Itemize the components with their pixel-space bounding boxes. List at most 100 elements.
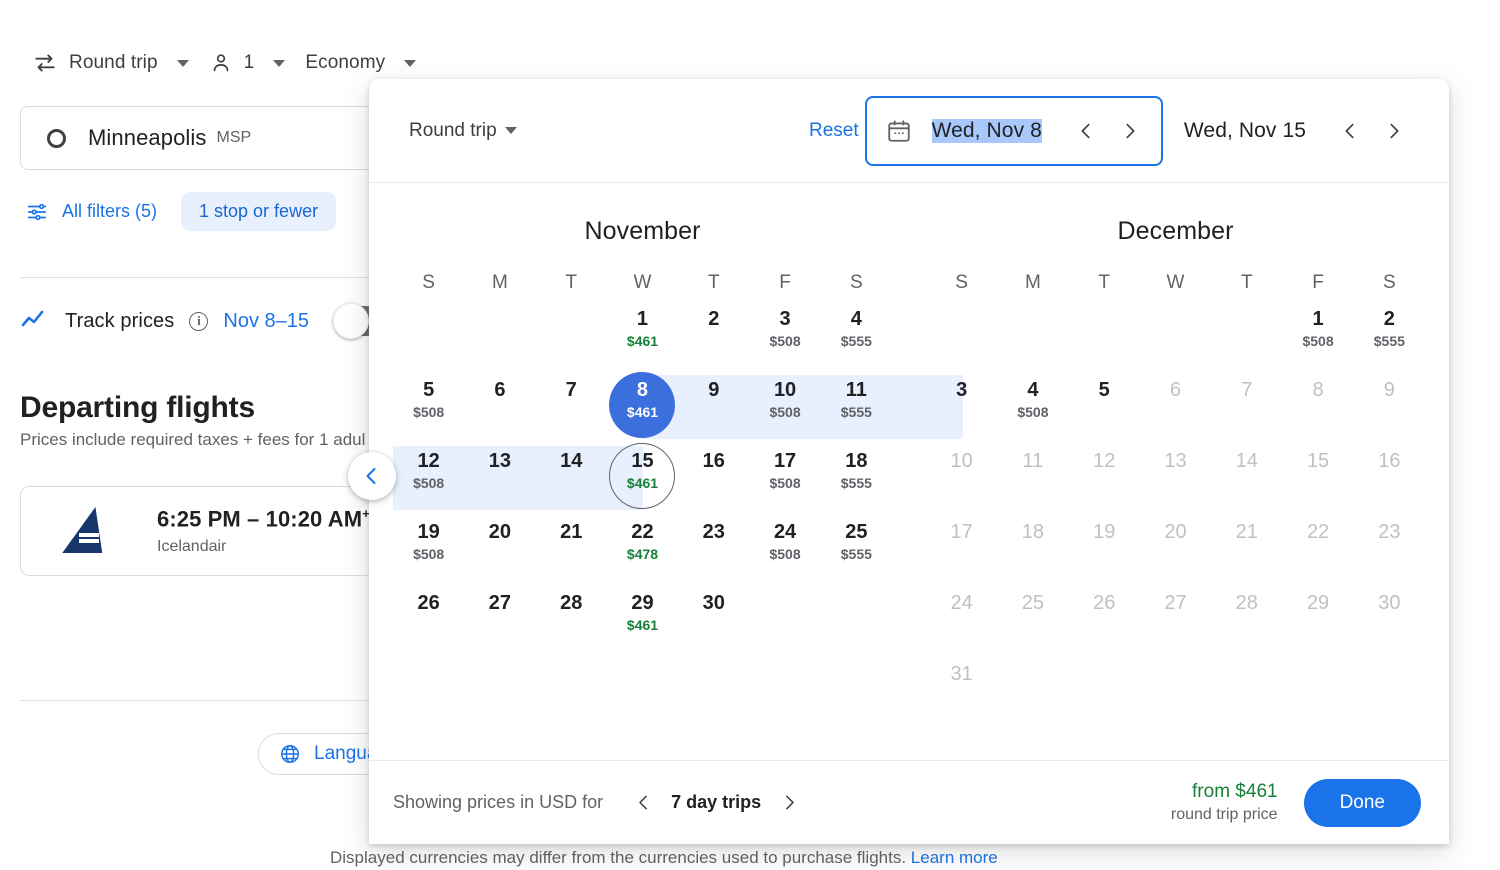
day-number: 11	[846, 379, 867, 401]
filter-chip-stops[interactable]: 1 stop or fewer	[181, 192, 336, 231]
dow-label-0: S	[393, 272, 464, 300]
from-price-value: from $461	[1171, 780, 1278, 804]
calendar-day-december-5[interactable]: 5	[1069, 371, 1140, 442]
chevron-down-icon	[404, 60, 416, 67]
calendar-week: 26 27 2829$46130	[393, 584, 892, 655]
day-price: $508	[413, 404, 444, 420]
calendar-day-november-8[interactable]: 8$461	[607, 371, 678, 442]
day-number: 12	[1093, 450, 1115, 472]
day-number: 28	[1236, 592, 1258, 614]
calendar-day-december-3[interactable]: 3	[926, 371, 997, 442]
calendar-day-december-1[interactable]: 1$508	[1282, 300, 1353, 371]
day-of-week-header: SMTWTFS	[926, 272, 1425, 300]
trip-length-prev-button[interactable]	[625, 785, 661, 821]
calendar-day-november-20[interactable]: 20	[464, 513, 535, 584]
calendar-day-november-6[interactable]: 6	[464, 371, 535, 442]
cabin-class-label: Economy	[305, 52, 385, 74]
day-number: 11	[1023, 450, 1044, 472]
reset-button[interactable]: Reset	[809, 120, 859, 142]
day-number: 19	[1093, 521, 1115, 543]
calendar-day-november-15[interactable]: 15$461	[607, 442, 678, 513]
day-number: 27	[489, 592, 511, 614]
date-picker-dialog: Round trip Reset Wed, Nov 8	[369, 79, 1449, 844]
dow-label-2: T	[1069, 272, 1140, 300]
day-number: 7	[1241, 379, 1252, 401]
calendar-day-december-4[interactable]: 4$508	[997, 371, 1068, 442]
icelandair-tail-icon	[57, 505, 113, 557]
calendar-day-december-29: 29	[1282, 584, 1353, 655]
calendar-day-november-1[interactable]: 1$461	[607, 300, 678, 371]
trip-type-selector[interactable]: Round trip	[22, 44, 199, 82]
globe-icon	[279, 743, 301, 765]
day-number: 12	[418, 450, 440, 472]
calendar-day-november-14[interactable]: 14	[536, 442, 607, 513]
dialog-footer: Showing prices in USD for 7 day trips fr…	[369, 760, 1449, 844]
calendar-day-november-24[interactable]: 24$508	[749, 513, 820, 584]
departure-prev-day-button[interactable]	[1068, 113, 1104, 149]
day-number: 6	[494, 379, 505, 401]
calendar-day-november-11[interactable]: 11$555	[821, 371, 892, 442]
day-number: 8	[1313, 379, 1324, 401]
day-number: 9	[1384, 379, 1395, 401]
calendar-day-november-13[interactable]: 13	[464, 442, 535, 513]
calendar-day-december-24: 24	[926, 584, 997, 655]
calendar-day-november-21[interactable]: 21	[536, 513, 607, 584]
calendar-week: 1$5082$555	[926, 300, 1425, 371]
day-number: 30	[1378, 592, 1400, 614]
day-of-week-header: SMTWTFS	[393, 272, 892, 300]
day-price: $508	[413, 475, 444, 491]
dialog-trip-type-selector[interactable]: Round trip	[409, 120, 517, 142]
calendar-day-november-9[interactable]: 9	[678, 371, 749, 442]
day-price: $508	[769, 333, 800, 349]
calendar-day-november-23[interactable]: 23	[678, 513, 749, 584]
learn-more-link[interactable]: Learn more	[911, 848, 998, 867]
trip-length-next-button[interactable]	[771, 785, 807, 821]
day-number: 8	[637, 379, 648, 401]
day-price: $508	[769, 546, 800, 562]
passengers-selector[interactable]: 1	[199, 45, 296, 81]
calendar-day-november-3[interactable]: 3 $508	[749, 300, 820, 371]
calendar-day-november-22[interactable]: 22$478	[607, 513, 678, 584]
day-number: 3	[956, 379, 967, 401]
calendar-day-november-30[interactable]: 30	[678, 584, 749, 655]
calendar-day-november-12[interactable]: 12 $508	[393, 442, 464, 513]
info-icon[interactable]: i	[189, 312, 208, 331]
calendar-day-november-10[interactable]: 10$508	[749, 371, 820, 442]
calendar-day-december-6: 6	[1140, 371, 1211, 442]
dialog-header: Round trip Reset Wed, Nov 8	[369, 79, 1449, 183]
filters-row: All filters (5) 1 stop or fewer	[20, 192, 336, 231]
calendar-day-november-4[interactable]: 4$555	[821, 300, 892, 371]
all-filters-label: All filters (5)	[62, 201, 157, 222]
calendar-day-december-11: 11	[997, 442, 1068, 513]
trip-length-label: 7 day trips	[671, 792, 761, 813]
departure-next-day-button[interactable]	[1112, 113, 1148, 149]
carousel-back-button[interactable]	[348, 452, 396, 500]
day-number: 2	[1384, 308, 1395, 330]
calendar-day-november-25[interactable]: 25$555	[821, 513, 892, 584]
calendar-day-november-26[interactable]: 26	[393, 584, 464, 655]
calendar-day-november-28[interactable]: 28	[536, 584, 607, 655]
day-number: 26	[1093, 592, 1115, 614]
calendar-day-november-18[interactable]: 18$555	[821, 442, 892, 513]
return-prev-day-button[interactable]	[1332, 113, 1368, 149]
calendar-day-november-17[interactable]: 17$508	[749, 442, 820, 513]
return-date-field[interactable]: Wed, Nov 15	[1163, 96, 1427, 166]
calendar-day-november-19[interactable]: 19$508	[393, 513, 464, 584]
cabin-class-selector[interactable]: Economy	[295, 46, 426, 80]
all-filters-button[interactable]: All filters (5)	[20, 197, 163, 227]
day-number: 29	[1307, 592, 1329, 614]
calendar-day-december-31: 31	[926, 655, 997, 726]
departure-date-field[interactable]: Wed, Nov 8	[865, 96, 1163, 166]
calendar-day-december-2[interactable]: 2$555	[1354, 300, 1425, 371]
return-next-day-button[interactable]	[1376, 113, 1412, 149]
footer-right: from $461 round trip price Done	[1171, 779, 1421, 827]
calendar-day-november-16[interactable]: 16	[678, 442, 749, 513]
day-number: 15	[1307, 450, 1329, 472]
calendar-day-november-2[interactable]: 2	[678, 300, 749, 371]
day-number: 3	[780, 308, 791, 330]
calendar-day-november-27[interactable]: 27	[464, 584, 535, 655]
calendar-day-november-29[interactable]: 29$461	[607, 584, 678, 655]
calendar-day-november-7[interactable]: 7	[536, 371, 607, 442]
done-button[interactable]: Done	[1304, 779, 1421, 827]
calendar-day-november-5[interactable]: 5$508	[393, 371, 464, 442]
